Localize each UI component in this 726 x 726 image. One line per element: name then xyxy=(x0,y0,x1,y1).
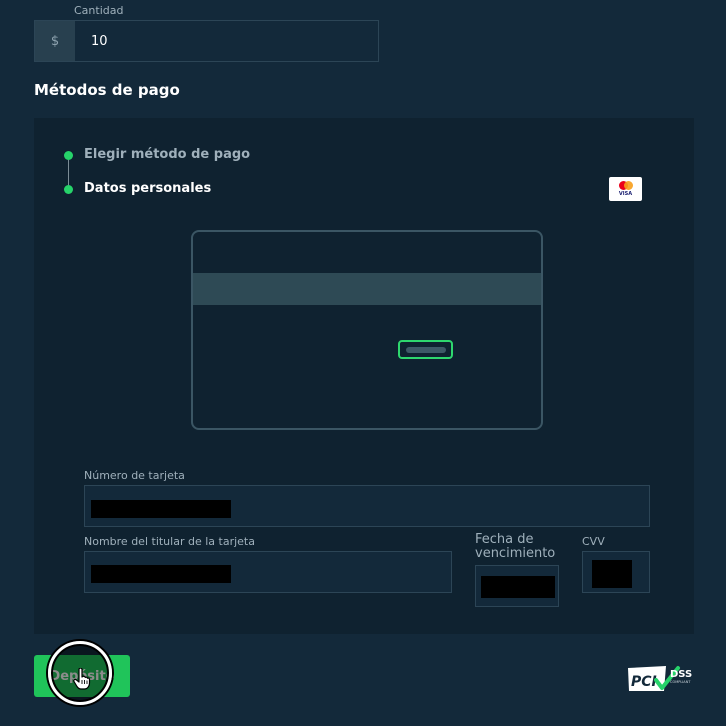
step-personal-data: Datos personales xyxy=(84,181,212,196)
cvv-highlight xyxy=(398,340,453,359)
card-back-illustration xyxy=(191,230,543,430)
svg-text:PCI: PCI xyxy=(631,674,657,690)
expiry-field[interactable] xyxy=(475,565,559,607)
cvv-label: CVV xyxy=(582,535,605,548)
cvv-placeholder xyxy=(405,346,446,353)
expiry-label: Fecha de vencimiento xyxy=(475,532,556,561)
payment-methods-title: Métodos de pago xyxy=(34,81,180,99)
pci-dss-logo: PCI DSS COMPLIANT xyxy=(628,666,692,691)
card-number-field[interactable] xyxy=(84,485,650,527)
card-number-label: Número de tarjeta xyxy=(84,469,185,482)
step-dot-choose-method xyxy=(64,151,73,160)
cardholder-field[interactable] xyxy=(84,551,452,593)
cvv-field[interactable] xyxy=(582,551,650,593)
step-choose-method[interactable]: Elegir método de pago xyxy=(84,147,250,162)
redacted-cvv xyxy=(592,560,632,588)
pci-compliant-text: COMPLIANT xyxy=(670,680,691,684)
amount-field[interactable]: $ 10 xyxy=(34,20,379,62)
visa-text: VISA xyxy=(618,191,633,197)
step-dot-personal-data xyxy=(64,185,73,194)
cardholder-label: Nombre del titular de la tarjeta xyxy=(84,535,255,548)
amount-label: Cantidad xyxy=(74,4,124,17)
hand-cursor-icon xyxy=(73,668,91,690)
pci-dss-text: DSS xyxy=(670,669,692,680)
redacted-expiry xyxy=(481,576,555,598)
redacted-card-number xyxy=(91,500,231,518)
stepper-line xyxy=(68,160,69,188)
magnetic-stripe xyxy=(193,273,541,305)
redacted-cardholder xyxy=(91,565,231,583)
amount-input[interactable]: 10 xyxy=(75,21,108,61)
currency-symbol: $ xyxy=(35,21,75,61)
mastercard-visa-icon: VISA xyxy=(609,177,642,201)
